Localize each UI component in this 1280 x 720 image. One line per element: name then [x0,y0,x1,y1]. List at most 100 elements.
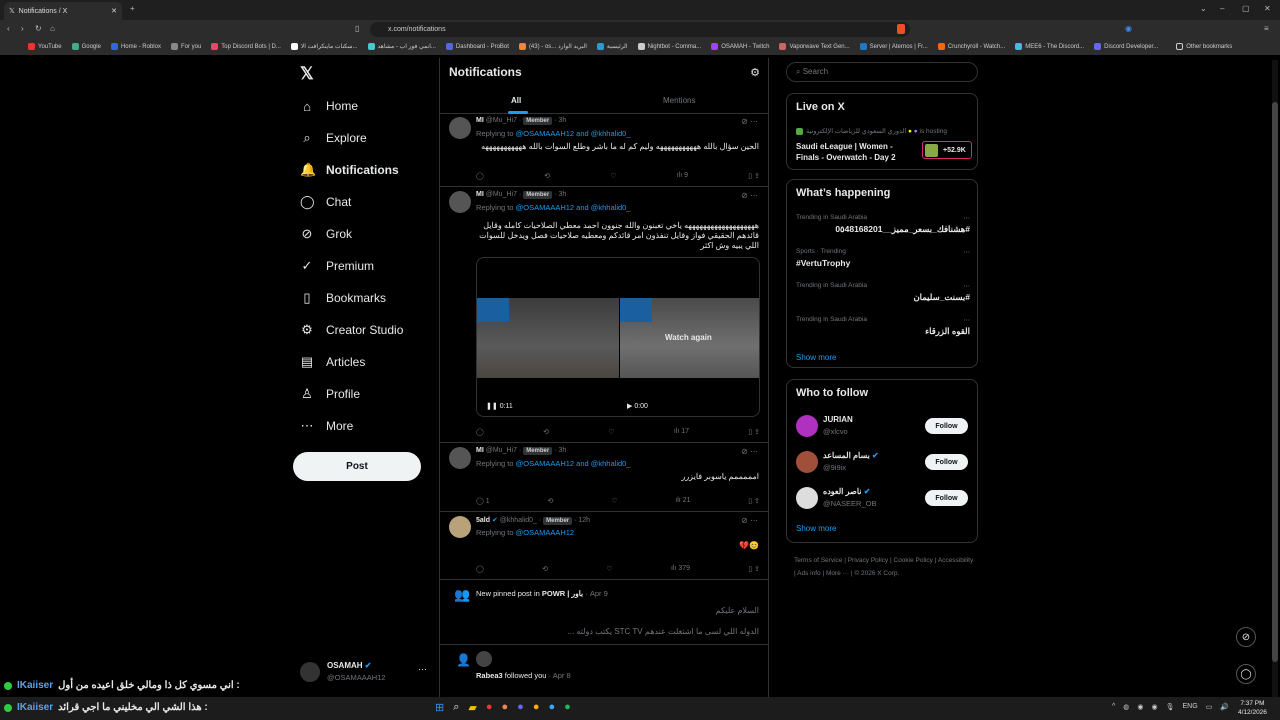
bookmark-item[interactable]: الرئيسية [596,43,628,51]
live-viewers-badge[interactable]: +52.9K [922,141,972,159]
trend-item[interactable]: Trending in Saudi Arabia #بسنت_سليمان ⋯ [796,282,970,303]
community-link[interactable]: POWR | باور [542,589,583,598]
new-tab-button[interactable]: + [130,4,135,13]
reply-to-link[interactable]: @OSAMAAAH12 and @khhalid0_ [516,459,631,468]
reply-to-link[interactable]: @OSAMAAAH12 [516,528,574,537]
tab-search-icon[interactable]: ⌄ [1200,4,1207,13]
app-icon[interactable]: ● [533,701,540,714]
bookmark-item[interactable]: Google [71,43,101,51]
bookmark-item[interactable]: Nightbot - Comma... [637,43,701,51]
reply-to-link[interactable]: @OSAMAAAH12 and @khhalid0_ [516,129,631,138]
more-icon[interactable]: ⋯ [964,316,971,324]
bookmark-item[interactable]: Server | Aternos | Fr... [859,43,928,51]
bookmark-item[interactable]: YouTube [28,43,62,51]
tweet[interactable]: 5ald ✔ @khhalid0_ · Member · 12h ⊘ ⋯ Rep… [440,512,768,580]
reply-icon[interactable]: ◯ 1 [476,497,490,505]
mic-icon[interactable]: 🎙 [1166,703,1175,711]
back-icon[interactable]: ‹ [7,24,10,33]
settings-gear-icon[interactable]: ⚙ [750,66,760,79]
bookmark-item[interactable]: OSAMAH - Twitch [711,43,769,51]
footer-link[interactable]: Privacy Policy [848,557,888,564]
discord-icon[interactable]: ● [517,701,524,714]
views-icon[interactable]: ılı 17 [674,428,689,436]
retweet-icon[interactable]: ⟲ [542,565,548,573]
bookmark-share-icons[interactable]: ▯ ⇪ [748,497,760,505]
tray-chevron-icon[interactable]: ^ [1112,703,1115,711]
sidebar-item-premium[interactable]: ✓ Premium [300,256,374,276]
pinned-post-notification[interactable]: 👥 New pinned post in POWR | باور · Apr 9… [440,580,768,645]
language-indicator[interactable]: ENG [1183,703,1198,711]
grok-icon[interactable]: ⊘ ⋯ [741,191,758,200]
reload-icon[interactable]: ↻ [35,24,42,33]
video-player[interactable]: Watch again ❚❚ 0:11 ▶ 0:00 [476,257,760,417]
like-icon[interactable]: ♡ [610,172,616,180]
chat-icon[interactable]: ◯ [1236,664,1256,684]
footer-link[interactable]: Ads info [797,570,821,577]
reply-icon[interactable]: ◯ [476,428,484,436]
menu-icon[interactable]: ≡ [1264,24,1269,33]
file-explorer-icon[interactable]: ▰ [468,701,476,714]
more-icon[interactable]: ⋯ [964,248,971,256]
follow-suggestion[interactable]: JURIAN @xlcvo Follow [787,413,977,443]
follow-suggestion[interactable]: ناصر العوده ✔ @NASEER_OB Follow [787,485,977,515]
follow-notification[interactable]: 👤 Rabea3 followed you · Apr 8 [440,645,768,698]
show-more-link[interactable]: Show more [796,353,836,362]
tweet[interactable]: MI @Mu_Hi7 · Member · 3h ⊘ ⋯ Replying to… [440,113,768,187]
bookmark-item[interactable]: Discord Developer... [1094,43,1158,51]
spotify-icon[interactable]: ● [564,701,571,714]
x-logo[interactable]: 𝕏 [300,64,314,84]
sidebar-item-more[interactable]: ⋯ More [300,416,354,436]
follow-button[interactable]: Follow [925,490,968,506]
close-tab-icon[interactable]: ✕ [111,7,117,15]
live-stream-title[interactable]: Saudi eLeague | Women - Finals - Overwat… [796,141,906,163]
bookmark-item[interactable]: Vaporwave Text Gen... [779,43,850,51]
brave-icon[interactable]: ● [502,701,509,714]
trend-item[interactable]: Trending in Saudi Arabia #هشنافك_بسعر_مم… [796,214,970,235]
url-bar[interactable]: x.com/notifications [370,22,910,37]
grok-icon[interactable]: ⊘ ⋯ [741,117,758,126]
bookmark-item[interactable]: Crunchyroll - Watch... [937,43,1005,51]
search-icon[interactable]: ⌕ [453,701,459,714]
show-more-link[interactable]: Show more [796,524,836,533]
trend-item[interactable]: Sports · Trending #VertuTrophy ⋯ [796,248,970,268]
sidebar-item-explore[interactable]: ⌕ Explore [300,128,366,148]
bookmark-item[interactable]: انمي فور اب - مشاهد... [367,43,436,51]
avatar[interactable] [449,516,471,538]
tab-mentions[interactable]: Mentions [663,96,695,105]
avatar[interactable] [449,447,471,469]
network-icon[interactable]: ▭ [1206,703,1213,711]
follow-button[interactable]: Follow [925,418,968,434]
avatar[interactable] [449,191,471,213]
grok-icon[interactable]: ⊘ ⋯ [741,447,758,456]
discord-tray-icon[interactable]: ◉ [1152,703,1158,711]
like-icon[interactable]: ♡ [606,565,612,573]
bookmark-folder[interactable]: Other bookmarks [1176,43,1232,51]
author-name[interactable]: MI [476,191,484,198]
reply-to-link[interactable]: @OSAMAAAH12 and @khhalid0_ [516,203,631,212]
volume-icon[interactable]: 🔊 [1220,703,1229,711]
maximize-button[interactable]: ▢ [1242,4,1250,13]
brave-shield-icon[interactable] [897,24,905,34]
views-icon[interactable]: ılı 379 [671,565,690,573]
windows-start-icon[interactable]: ⊞ [435,701,444,714]
like-icon[interactable]: ♡ [608,428,614,436]
steam-icon[interactable]: ● [548,701,555,714]
sidebar-item-grok[interactable]: ⊘ Grok [300,224,352,244]
sidebar-item-articles[interactable]: ▤ Articles [300,352,366,372]
discord-tray-icon[interactable]: ◉ [1137,703,1143,711]
retweet-icon[interactable]: ⟲ [544,172,550,180]
bookmark-item[interactable]: Home - Roblox [110,43,161,51]
clock[interactable]: 7:37 PM 4/12/2026 [1238,699,1267,717]
more-icon[interactable]: ⋯ [418,664,427,675]
bookmark-icon[interactable]: ▯ [355,24,359,33]
grok-icon[interactable]: ⊘ [1236,627,1256,647]
bookmark-share-icons[interactable]: ▯ ⇪ [748,428,760,436]
retweet-icon[interactable]: ⟲ [548,497,554,505]
scrollbar[interactable] [1272,60,1278,697]
views-icon[interactable]: ılı 21 [675,497,690,505]
author-name[interactable]: MI [476,117,484,124]
tray-icon[interactable]: ◍ [1123,703,1129,711]
follow-suggestion[interactable]: بسام المساعد ✔ @9i9ix Follow [787,449,977,479]
like-icon[interactable]: ♡ [611,497,617,505]
bookmark-share-icons[interactable]: ▯ ⇪ [748,172,760,180]
